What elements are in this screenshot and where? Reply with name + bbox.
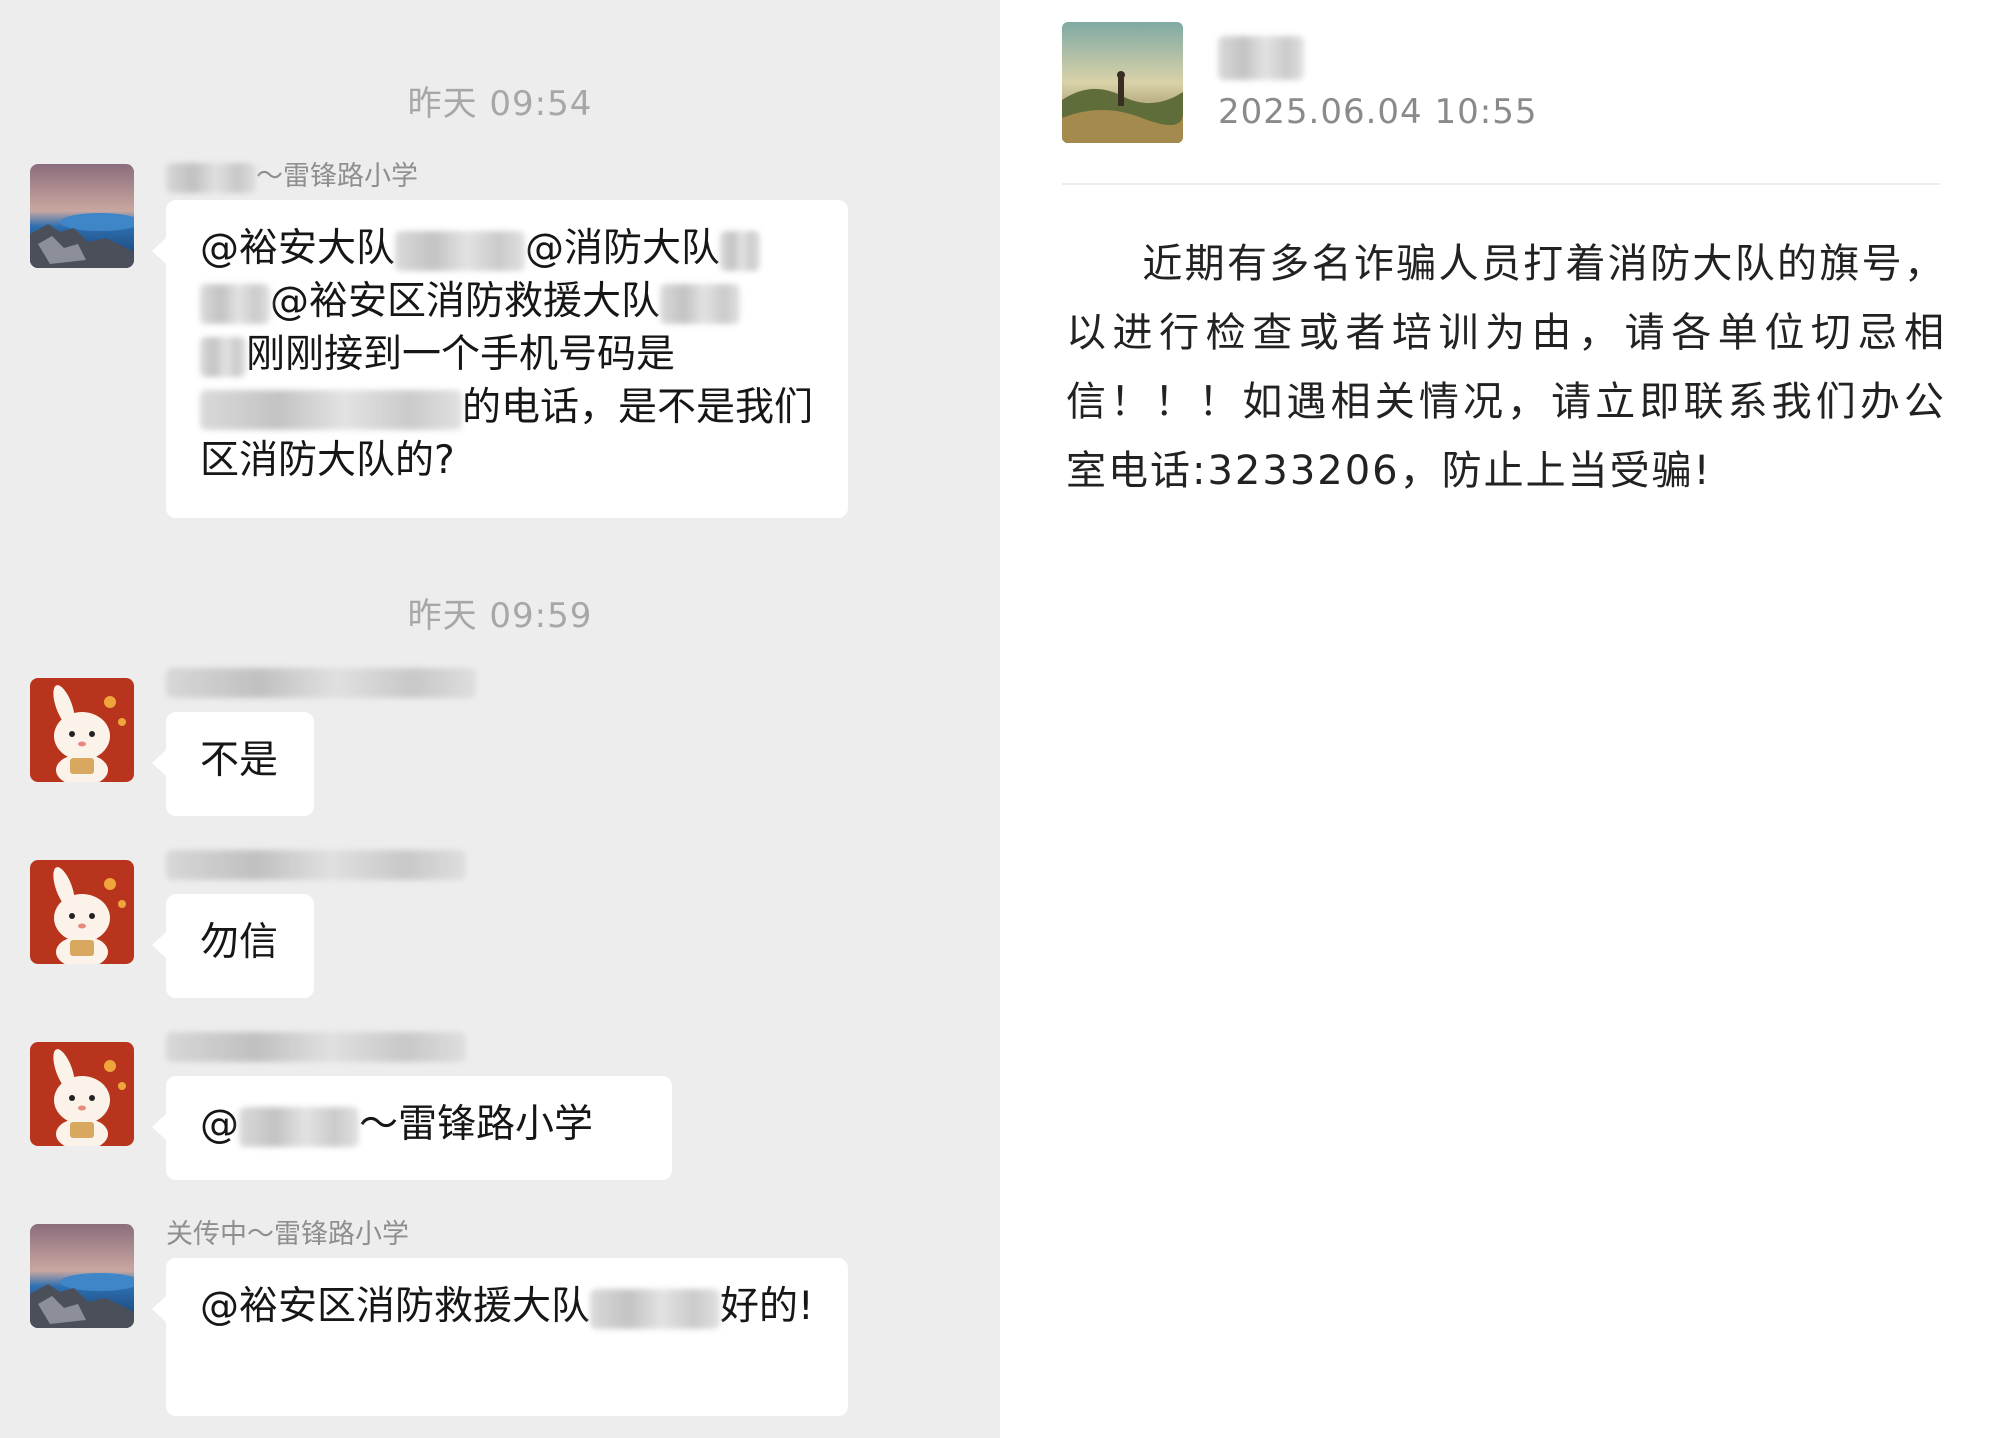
- landscape-avatar-icon[interactable]: [30, 1224, 134, 1328]
- message-bubble[interactable]: @裕安区消防救援大队 好的!: [152, 1258, 848, 1416]
- redacted-name: [590, 1288, 721, 1329]
- redacted-text: [395, 230, 526, 271]
- redacted-text: [720, 230, 761, 271]
- mention-text: @裕安大队: [200, 226, 396, 271]
- redacted-text: [200, 283, 270, 324]
- sender-name-text: ～雷锋路小学: [256, 161, 418, 192]
- sender-name: 关传中～雷锋路小学: [166, 1219, 409, 1250]
- landscape-avatar-icon[interactable]: [30, 164, 134, 268]
- post-body-content: 近期有多名诈骗人员打着消防大队的旗号，以进行检查或者培训为由，请各单位切忌相信！…: [1066, 241, 1946, 494]
- cartoon-rabbit-avatar-icon[interactable]: [30, 860, 134, 964]
- sender-name: [166, 666, 476, 698]
- message-bubble[interactable]: 勿信: [152, 894, 314, 998]
- message-bubble[interactable]: 不是: [152, 712, 314, 816]
- sender-name: [166, 848, 466, 880]
- author-name: [1218, 36, 1304, 80]
- message-text: 不是: [200, 738, 279, 783]
- cartoon-rabbit-avatar-icon[interactable]: [30, 678, 134, 782]
- redacted-name: [166, 849, 466, 880]
- sender-name: ～雷锋路小学: [166, 154, 418, 193]
- mention-text: @裕安区消防救援大队: [270, 279, 661, 324]
- cartoon-rabbit-avatar-icon[interactable]: [30, 1042, 134, 1146]
- message-text: 刚刚接到一个手机号码是: [246, 332, 676, 377]
- redacted-name: [1218, 36, 1304, 80]
- mention-text: @消防大队: [525, 226, 721, 271]
- redacted-text: [200, 336, 246, 377]
- mention-text: ～雷锋路小学: [359, 1102, 594, 1147]
- divider: [1062, 183, 1940, 185]
- sender-name: [166, 1030, 466, 1062]
- landscape-avatar-icon[interactable]: [1062, 22, 1183, 143]
- redacted-name: [166, 162, 256, 193]
- chat-timestamp: 昨天 09:59: [407, 596, 593, 636]
- message-bubble[interactable]: @裕安大队 @消防大队 @裕安区消防救援大队 刚刚接到一个手机号码是 的电话，是不…: [152, 200, 848, 518]
- post-body-text: 近期有多名诈骗人员打着消防大队的旗号，以进行检查或者培训为由，请各单位切忌相信！…: [1066, 230, 1946, 506]
- redacted-text: [660, 283, 741, 324]
- chat-timestamp: 昨天 09:54: [407, 84, 593, 124]
- mention-text: @裕安区消防救援大队: [200, 1284, 591, 1329]
- redacted-name: [239, 1106, 359, 1147]
- mention-text: @: [200, 1102, 239, 1147]
- redacted-phone-number: [200, 389, 462, 430]
- redacted-name: [166, 1031, 466, 1062]
- message-bubble[interactable]: @ ～雷锋路小学: [152, 1076, 672, 1180]
- message-text: 好的!: [720, 1284, 814, 1329]
- redacted-name: [166, 667, 476, 698]
- announcement-post: 2025.06.04 10:55 近期有多名诈骗人员打着消防大队的旗号，以进行检…: [1000, 0, 1992, 1438]
- post-timestamp: 2025.06.04 10:55: [1218, 92, 1538, 132]
- group-chat-panel: 昨天 09:54 ～雷锋路小学 @裕安大队 @消防大队 @裕安区消防救援大队 刚刚…: [0, 0, 1000, 1438]
- message-text: 勿信: [200, 920, 279, 965]
